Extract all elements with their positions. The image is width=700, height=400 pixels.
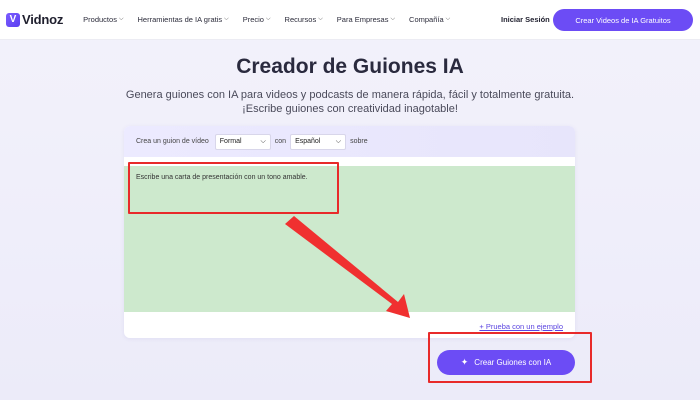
suffix-label: sobre	[350, 138, 368, 145]
chevron-down-icon: ⌵	[224, 16, 229, 22]
main-nav: Productos ⌵ Herramientas de IA gratis ⌵ Pr…	[83, 15, 464, 24]
top-header: V Vidnoz Productos ⌵ Herramientas de IA g…	[0, 0, 700, 40]
prompt-toolbar: Crea un guion de vídeo Formal ⌵ con Espa…	[124, 126, 575, 157]
language-value: Español	[295, 138, 321, 145]
prefix-label: Crea un guion de vídeo	[136, 138, 209, 145]
highlight-box-generate	[428, 332, 592, 383]
chevron-down-icon: ⌵	[318, 16, 323, 22]
chevron-down-icon: ⌵	[445, 16, 451, 22]
create-videos-button[interactable]: Crear Videos de IA Gratuitos	[553, 9, 693, 31]
language-select[interactable]: Español ⌵	[290, 133, 347, 150]
tone-value: Formal	[219, 138, 242, 145]
chevron-down-icon: ⌵	[118, 16, 124, 22]
nav-item-empresas[interactable]: Para Empresas ⌵	[337, 15, 395, 24]
page-subtitle: Genera guiones con IA para videos y podc…	[0, 88, 700, 116]
login-link[interactable]: Iniciar Sesión	[501, 15, 550, 24]
try-example-link[interactable]: + Prueba con un ejemplo	[479, 322, 563, 331]
nav-item-recursos[interactable]: Recursos ⌵	[285, 15, 323, 24]
chevron-down-icon: ⌵	[390, 16, 396, 22]
chevron-down-icon: ⌵	[260, 137, 266, 145]
nav-item-productos[interactable]: Productos ⌵	[83, 15, 123, 24]
subtitle-line-1: Genera guiones con IA para videos y podc…	[125, 89, 575, 101]
nav-item-herramientas[interactable]: Herramientas de IA gratis ⌵	[138, 15, 229, 24]
script-generator-card: Crea un guion de vídeo Formal ⌵ con Espa…	[124, 126, 575, 338]
chevron-down-icon: ⌵	[335, 137, 342, 145]
tone-select[interactable]: Formal ⌵	[214, 133, 271, 150]
page-title: Creador de Guiones IA	[236, 55, 464, 78]
logo-icon: V	[6, 12, 20, 27]
chevron-down-icon: ⌵	[265, 16, 271, 22]
connector-label: con	[274, 138, 287, 145]
nav-item-precio[interactable]: Precio ⌵	[243, 15, 271, 24]
logo[interactable]: V Vidnoz	[6, 12, 63, 27]
highlight-box-textarea	[128, 162, 339, 214]
nav-item-compania[interactable]: Compañía ⌵	[409, 15, 450, 24]
subtitle-line-2: ¡Escribe guiones con creatividad inagota…	[242, 103, 458, 115]
logo-text: Vidnoz	[22, 12, 64, 27]
